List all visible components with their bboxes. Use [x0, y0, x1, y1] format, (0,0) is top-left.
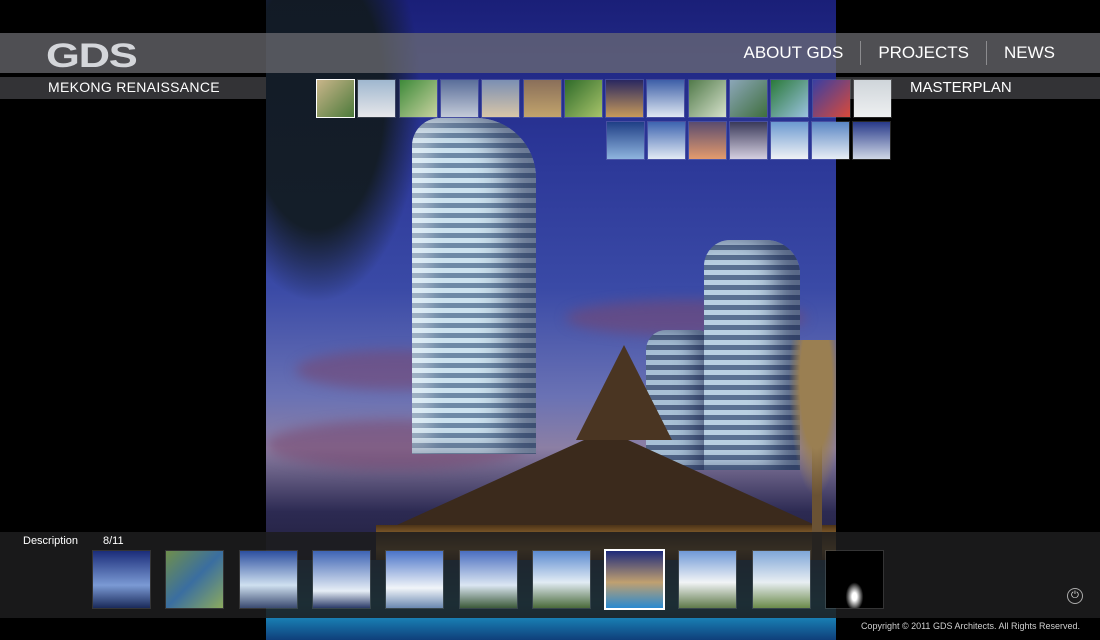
nav-about-gds[interactable]: ABOUT GDS	[726, 41, 860, 65]
gallery-thumbnail[interactable]	[679, 551, 737, 608]
category-link[interactable]: MASTERPLAN	[910, 79, 1012, 96]
gallery-thumbnail[interactable]	[826, 551, 883, 608]
image-counter: 8/11	[103, 535, 124, 547]
project-thumbnail[interactable]	[812, 80, 850, 117]
project-thumbnail[interactable]	[564, 80, 602, 117]
project-thumbnail[interactable]	[689, 122, 726, 159]
gds-logo[interactable]: GDS	[46, 37, 138, 76]
gallery-thumbnail[interactable]	[239, 551, 297, 608]
main-nav: ABOUT GDS PROJECTS NEWS	[726, 33, 1072, 73]
gallery-thumbnail[interactable]	[606, 551, 664, 608]
project-thumbnail[interactable]	[482, 80, 520, 117]
project-thumbnail[interactable]	[730, 122, 767, 159]
project-title: MEKONG RENAISSANCE	[48, 79, 220, 95]
gallery-thumbnail[interactable]	[166, 551, 224, 608]
project-thumbnail[interactable]	[647, 80, 685, 117]
project-thumbnail[interactable]	[688, 80, 726, 117]
gallery-thumbnail[interactable]	[93, 551, 150, 608]
project-thumbnail[interactable]	[358, 80, 396, 117]
project-thumbnail[interactable]	[730, 80, 767, 117]
copyright-text: Copyright © 2011 GDS Architects. All Rig…	[860, 621, 1080, 631]
palm-tree	[776, 340, 836, 550]
project-thumbnail[interactable]	[607, 122, 644, 159]
project-thumbnail[interactable]	[812, 122, 849, 159]
gallery-thumbnail[interactable]	[312, 551, 370, 608]
project-thumbnail[interactable]	[853, 122, 890, 159]
project-thumbnail[interactable]	[853, 80, 891, 117]
project-thumbnail[interactable]	[523, 80, 561, 117]
main-tower	[412, 118, 536, 454]
gallery-thumbnail[interactable]	[386, 551, 444, 608]
project-thumbnail[interactable]	[771, 80, 809, 117]
nav-news[interactable]: NEWS	[987, 41, 1072, 65]
project-thumbnail[interactable]	[648, 122, 685, 159]
thatched-roof	[386, 430, 826, 530]
gallery-thumbnail[interactable]	[459, 551, 517, 608]
gallery-thumbnail[interactable]	[532, 551, 590, 608]
project-thumbnail[interactable]	[771, 122, 808, 159]
project-thumbnail[interactable]	[399, 80, 437, 117]
project-thumbnail[interactable]	[317, 80, 354, 117]
power-icon[interactable]: ⏻	[1067, 588, 1083, 604]
roof-spire	[576, 345, 672, 440]
project-thumbnail[interactable]	[440, 80, 478, 117]
description-toggle[interactable]: Description	[23, 535, 78, 547]
gallery-thumbnail[interactable]	[752, 551, 810, 608]
nav-projects[interactable]: PROJECTS	[861, 41, 986, 65]
project-thumbnail[interactable]	[606, 80, 644, 117]
